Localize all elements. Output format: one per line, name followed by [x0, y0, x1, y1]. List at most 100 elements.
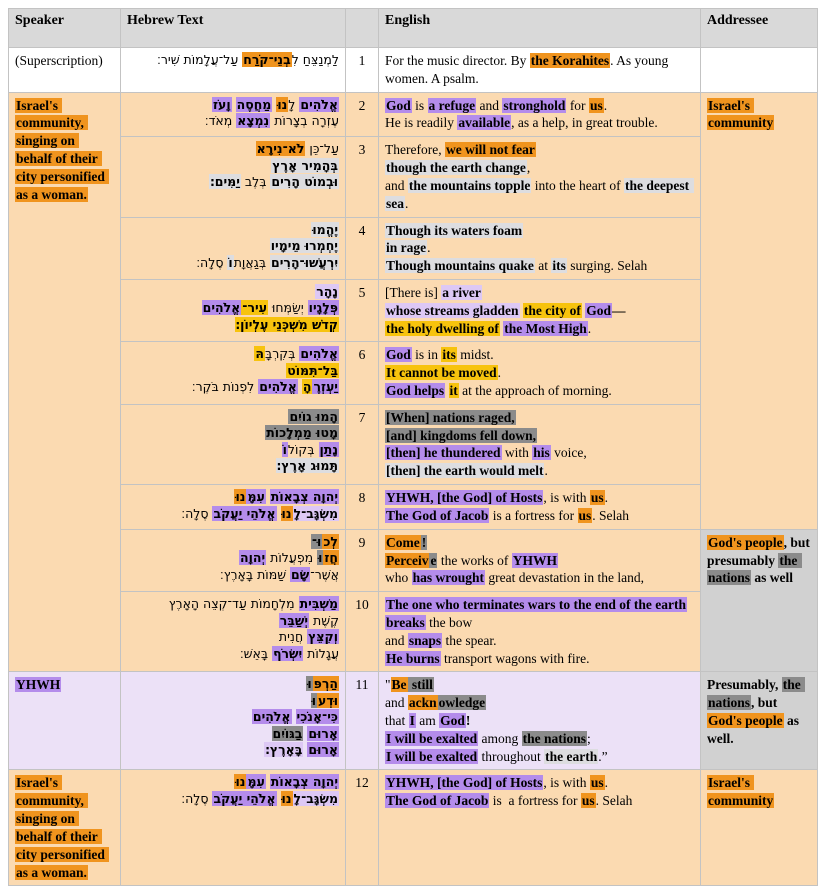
highlight-purple: שָׂם: [290, 567, 310, 582]
highlight-orange: we will not fear: [445, 142, 536, 157]
highlight-purple: אֱלֹהֵי יַעֲקֹב: [212, 506, 276, 521]
highlight-gold: עִיר־: [241, 300, 268, 315]
highlight-orange: נוּ: [281, 791, 293, 806]
text-line: וּדְעוּ: [127, 693, 339, 710]
text-line: Israel's community, singing on behalf of…: [15, 774, 114, 881]
english-cell-verse-7: [When] nations raged,[and] kingdoms fell…: [379, 404, 701, 484]
english-cell-verse-10: The one who terminates wars to the end o…: [379, 592, 701, 672]
text-line: 8: [352, 489, 372, 507]
plain-text: Therefore,: [385, 142, 445, 157]
highlight-purple: stronghold: [502, 98, 566, 113]
text-line: הָמוּ גוֹיִם: [127, 409, 339, 426]
plain-text: עֶזְרָה בְצָרוֹת: [270, 113, 339, 128]
header-hebrew: Hebrew Text: [121, 9, 346, 48]
highlight-orange: וּדְע: [317, 693, 339, 708]
plain-text: . Selah: [592, 508, 629, 523]
text-line: אֱלֹהִים לָנוּ מַחֲסֶה וָעֹז: [127, 97, 339, 114]
english-cell-verse-11: "Be stilland acknowledgethat I am God!I …: [379, 672, 701, 770]
speaker-cell-verse-2: Israel's community, singing on behalf of…: [9, 92, 121, 672]
highlight-purple: God: [385, 98, 412, 113]
highlight-orange: לְכ: [322, 534, 339, 549]
text-line: YHWH: [15, 676, 114, 694]
row-verse-4: יֶהֱמוּיֶחְמְרוּ מֵימָיו יִרְעֲשׁוּ־הָרִי…: [9, 217, 818, 279]
addressee-cell-verse-11: Presumably, the nations, but God's peopl…: [701, 672, 818, 770]
hebrew-cell-verse-2: אֱלֹהִים לָנוּ מַחֲסֶה וָעֹזעֶזְרָה בְצָ…: [121, 92, 346, 137]
plain-text: בְּקוֹל: [288, 442, 319, 457]
highlight-purple: יְהוָה צְבָאוֹת: [270, 774, 339, 789]
text-line: God's people, but presumably the nations…: [707, 534, 811, 587]
text-line: קֶשֶׁת יְשַׁבֵּר: [127, 613, 339, 630]
plain-text: is: [412, 98, 428, 113]
plain-text: עַל־כֵּן: [305, 141, 339, 156]
highlight-gray: [When] nations raged,: [385, 410, 516, 425]
plain-text: קֶשֶׁת: [309, 613, 339, 628]
highlight-purple: כִּי־אָנֹכִי: [296, 709, 339, 724]
plain-text: who: [385, 570, 412, 585]
text-line: לְכוּ־: [127, 534, 339, 551]
plain-text: עַל־עֲלָמוֹת שִׁיר׃: [157, 52, 242, 67]
highlight-purple: מַשְׁבִּית: [299, 596, 339, 611]
highlight-purple: עִמָּ: [246, 489, 265, 504]
text-line: in rage.: [385, 239, 694, 257]
highlight-purple: אֱלֹהִים: [299, 97, 339, 112]
plain-text: בָּאֵשׁ׃: [240, 646, 272, 661]
plain-text: is in: [412, 347, 442, 362]
plain-text: Presumably,: [707, 677, 782, 692]
highlight-lightpurple: בָּאָרֶץ׃: [264, 742, 303, 757]
text-line: יַעְזְרֶהָ אֱלֹהִים לִפְנוֹת בֹּקֶר׃: [127, 379, 339, 396]
row-verse-2: Israel's community, singing on behalf of…: [9, 92, 818, 137]
highlight-gray: the nations: [522, 731, 587, 746]
highlight-gold: בַּל־תִּמּוֹט: [286, 363, 339, 378]
highlight-silver: the earth: [544, 749, 598, 764]
hebrew-cell-verse-4: יֶהֱמוּיֶחְמְרוּ מֵימָיו יִרְעֲשׁוּ־הָרִי…: [121, 217, 346, 279]
text-line: breaks the bow: [385, 614, 694, 632]
plain-text: throughout: [478, 749, 544, 764]
hebrew-cell-superscription: לַמְנַצֵּחַ לִבְנֵי־קֹרַח עַל־עֲלָמוֹת ש…: [121, 48, 346, 93]
text-line: 2: [352, 97, 372, 115]
highlight-orange: נוּ: [281, 506, 293, 521]
highlight-purple: YHWH: [15, 677, 61, 692]
highlight-orange: ackn: [408, 695, 438, 710]
plain-text: ": [385, 677, 391, 692]
highlight-purple: snaps: [408, 633, 442, 648]
plain-text: .: [544, 463, 547, 478]
plain-text: He is readily: [385, 115, 457, 130]
plain-text: (Superscription): [15, 53, 103, 68]
plain-text: ,: [527, 160, 530, 175]
plain-text: at: [535, 258, 552, 273]
highlight-orange: נוּ: [276, 97, 288, 112]
plain-text: surging. Selah: [567, 258, 647, 273]
num-cell-verse-7: 7: [346, 404, 379, 484]
row-verse-6: אֱלֹהִים בְּקִרְבָּהּבַּל־תִּמּוֹטיַעְזְ…: [9, 342, 818, 404]
highlight-purple: his: [532, 445, 551, 460]
text-line: For the music director. By the Korahites…: [385, 52, 694, 88]
text-line: The God of Jacob is a fortress for us. S…: [385, 792, 694, 810]
highlight-gold: הָ: [302, 379, 313, 394]
highlight-orange: נוּ: [234, 489, 246, 504]
highlight-purple: יְהוָה: [239, 550, 266, 565]
highlight-silver: Though its waters foam: [385, 223, 523, 238]
highlight-orange: חֲז: [323, 550, 339, 565]
plain-text: 12: [355, 775, 369, 790]
plain-text: .: [604, 98, 607, 113]
plain-text: אֲשֶׁר־: [310, 567, 339, 582]
plain-text: 3: [359, 142, 366, 157]
text-line: It cannot be moved.: [385, 364, 694, 382]
plain-text: at the approach of morning.: [459, 383, 612, 398]
plain-text: יְשַׂמְּחוּ: [268, 300, 308, 315]
text-line: I will be exalted throughout the earth.”: [385, 748, 694, 766]
header-addressee: Addressee: [701, 9, 818, 48]
text-line: whose streams gladden the city of God—: [385, 302, 694, 320]
hebrew-cell-verse-9: לְכוּ־חֲזוּ מִפְעֲלוֹת יְהוָהאֲשֶׁר־שָׂם…: [121, 529, 346, 591]
english-cell-verse-2: God is a refuge and stronghold for us.He…: [379, 92, 701, 137]
text-line: אֲשֶׁר־שָׂם שַׁמּוֹת בָּאָרֶץ׃: [127, 567, 339, 584]
highlight-silver: יֶהֱמוּ: [311, 222, 339, 237]
speaker-cell-verse-12: Israel's community, singing on behalf of…: [9, 770, 121, 886]
highlight-silver: יֶחְמְרוּ מֵימָיו: [270, 238, 339, 253]
plain-text: midst.: [457, 347, 494, 362]
highlight-orange: Israel's community: [707, 775, 774, 808]
num-cell-verse-8: 8: [346, 485, 379, 530]
text-line: יִרְעֲשׁוּ־הָרִים בְּגַאֲוָתוֹ סֶלָה׃: [127, 255, 339, 272]
text-line: 4: [352, 222, 372, 240]
text-line: and the mountains topple into the heart …: [385, 177, 694, 213]
